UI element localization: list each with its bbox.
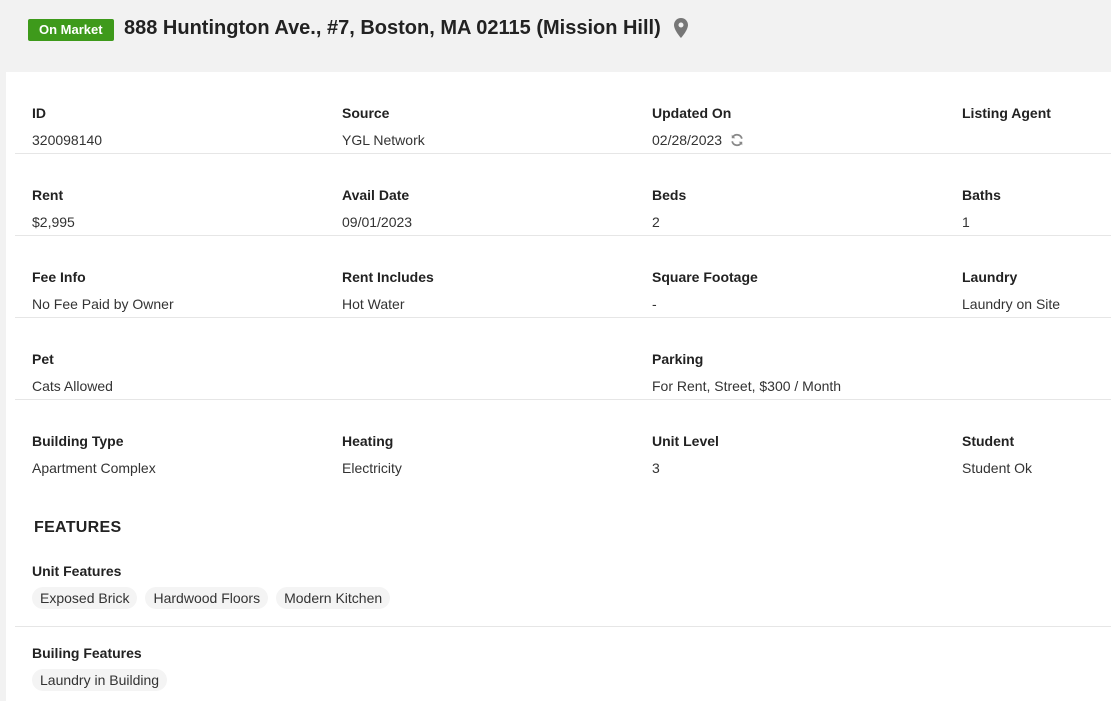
details-row: Building Type Apartment Complex Heating … [15,400,1111,482]
refresh-icon[interactable] [730,133,744,147]
detail-value: - [652,296,657,312]
map-pin-icon[interactable] [674,18,688,38]
detail-label: Avail Date [342,187,410,203]
feature-tag: Exposed Brick [32,587,138,609]
detail-value: YGL Network [342,132,425,148]
detail-label: Fee Info [32,269,86,285]
detail-value: 2 [652,214,660,230]
details-row: Fee Info No Fee Paid by Owner Rent Inclu… [15,236,1111,318]
detail-label: Listing Agent [962,105,1051,121]
status-badge: On Market [28,19,114,41]
detail-value: 3 [652,460,660,476]
detail-value: Electricity [342,460,402,476]
detail-label: Beds [652,187,687,203]
detail-label: Building Type [32,433,124,449]
listing-address: 888 Huntington Ave., #7, Boston, MA 0211… [124,17,661,39]
detail-value: 320098140 [32,132,103,148]
listing-details-panel: ID 320098140 Source YGL Network Updated … [6,72,1111,701]
detail-value: 1 [962,214,970,230]
details-row: Pet Cats Allowed Parking For Rent, Stree… [15,318,1111,400]
detail-label: Updated On [652,105,732,121]
detail-value: Laundry on Site [962,296,1061,312]
building-features-label: Builing Features [32,645,142,661]
detail-value: Student Ok [962,460,1033,476]
detail-value: Cats Allowed [32,378,113,394]
detail-value: No Fee Paid by Owner [32,296,174,312]
details-row: ID 320098140 Source YGL Network Updated … [15,72,1111,154]
building-features-tags: Laundry in Building [32,669,168,691]
detail-label: Baths [962,187,1001,203]
detail-label: Source [342,105,390,121]
unit-features-tags: Exposed Brick Hardwood Floors Modern Kit… [32,587,391,609]
listing-header: On Market 888 Huntington Ave., #7, Bosto… [0,0,1111,72]
feature-tag: Hardwood Floors [145,587,269,609]
detail-label: Unit Level [652,433,719,449]
detail-value: 09/01/2023 [342,214,413,230]
details-row: Rent $2,995 Avail Date 09/01/2023 Beds 2… [15,154,1111,236]
detail-value: Hot Water [342,296,405,312]
detail-value: For Rent, Street, $300 / Month [652,378,842,394]
detail-label: Rent [32,187,64,203]
features-heading: FEATURES [34,519,122,536]
unit-features-label: Unit Features [32,563,122,579]
detail-value: $2,995 [32,214,75,230]
detail-label: Square Footage [652,269,758,285]
detail-label: ID [32,105,46,121]
detail-value: 02/28/2023 [652,132,723,148]
detail-value: Apartment Complex [32,460,156,476]
features-divider [15,626,1111,627]
detail-label: Pet [32,351,54,367]
detail-value-wrap: 02/28/2023 [652,132,744,148]
detail-label: Heating [342,433,394,449]
detail-label: Rent Includes [342,269,434,285]
feature-tag: Modern Kitchen [276,587,391,609]
detail-label: Parking [652,351,704,367]
feature-tag: Laundry in Building [32,669,168,691]
detail-label: Laundry [962,269,1018,285]
detail-label: Student [962,433,1015,449]
